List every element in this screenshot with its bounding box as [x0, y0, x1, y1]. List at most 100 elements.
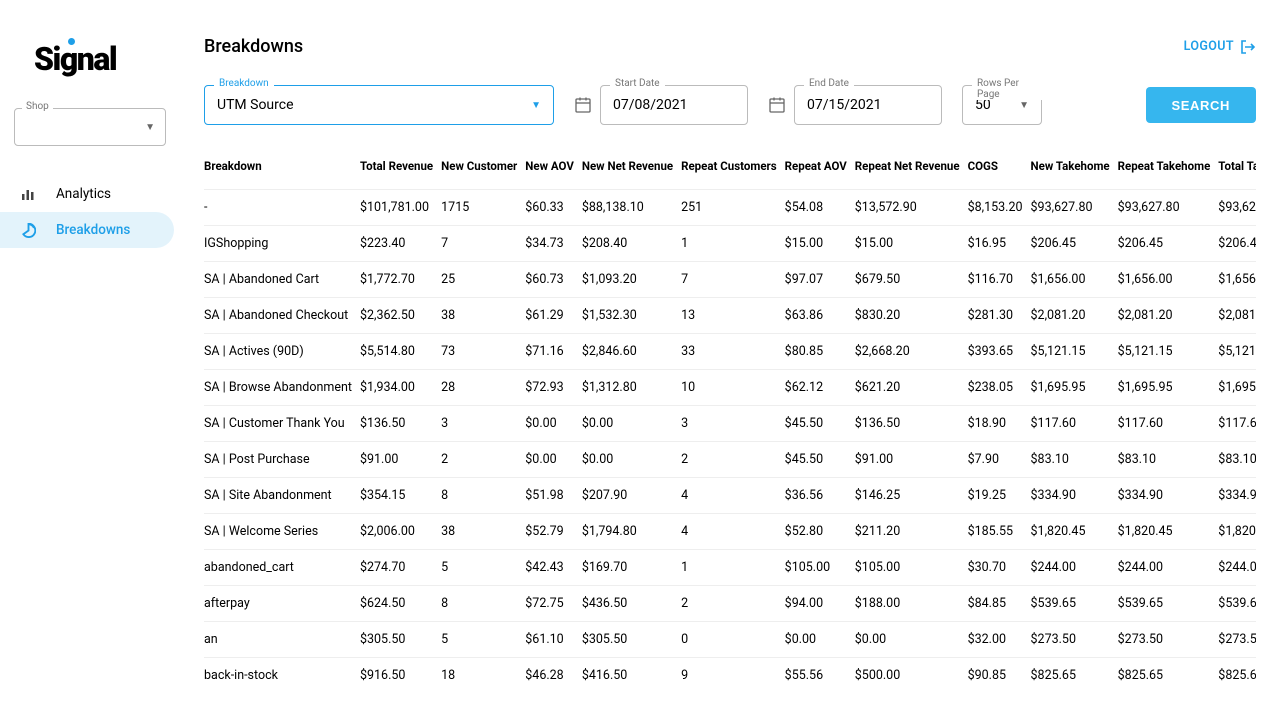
logout-button[interactable]: LOGOUT — [1184, 39, 1256, 55]
table-cell: $52.79 — [525, 514, 582, 550]
table-cell: $5,121.15 — [1218, 334, 1256, 370]
table-cell: $72.93 — [525, 370, 582, 406]
pie-segment-icon — [20, 222, 36, 238]
table-cell: 0 — [681, 622, 785, 658]
table-cell: $93,627.80 — [1031, 190, 1118, 226]
table-cell: $32.00 — [968, 622, 1031, 658]
start-date-input[interactable]: Start Date 07/08/2021 — [600, 85, 748, 125]
table-cell: $60.73 — [525, 262, 582, 298]
data-table-wrap: BreakdownTotal RevenueNew CustomerNew AO… — [204, 149, 1256, 693]
table-cell: 8 — [441, 478, 525, 514]
shop-label: Shop — [22, 101, 53, 112]
column-header[interactable]: Repeat Customers — [681, 149, 785, 190]
table-cell: $5,121.15 — [1118, 334, 1219, 370]
table-cell: $136.50 — [855, 406, 968, 442]
logout-icon — [1240, 39, 1256, 55]
table-cell: 3 — [441, 406, 525, 442]
table-cell: $244.00 — [1031, 550, 1118, 586]
table-cell: - — [204, 190, 360, 226]
table-cell: $71.16 — [525, 334, 582, 370]
dot-accent — [68, 38, 75, 45]
table-cell: $621.20 — [855, 370, 968, 406]
table-cell: SA | Welcome Series — [204, 514, 360, 550]
table-cell: $101,781.00 — [360, 190, 441, 226]
table-cell: $273.50 — [1118, 622, 1219, 658]
search-button[interactable]: SEARCH — [1146, 87, 1257, 123]
table-cell: $1,656.00 — [1118, 262, 1219, 298]
table-row: SA | Welcome Series$2,006.0038$52.79$1,7… — [204, 514, 1256, 550]
table-cell: 2 — [681, 586, 785, 622]
table-cell: $2,846.60 — [582, 334, 681, 370]
table-cell: $1,656.00 — [1218, 262, 1256, 298]
table-cell: $88,138.10 — [582, 190, 681, 226]
table-cell: $825.65 — [1031, 658, 1118, 694]
end-date-input[interactable]: End Date 07/15/2021 — [794, 85, 942, 125]
table-cell: $83.10 — [1218, 442, 1256, 478]
table-cell: 13 — [681, 298, 785, 334]
table-cell: $19.25 — [968, 478, 1031, 514]
table-cell: $238.05 — [968, 370, 1031, 406]
column-header[interactable]: New AOV — [525, 149, 582, 190]
end-date-group: End Date 07/15/2021 — [768, 85, 942, 125]
column-header[interactable]: New Customer — [441, 149, 525, 190]
table-cell: SA | Abandoned Checkout — [204, 298, 360, 334]
table-row: SA | Actives (90D)$5,514.8073$71.16$2,84… — [204, 334, 1256, 370]
column-header[interactable]: Total Revenue — [360, 149, 441, 190]
table-cell: 1 — [681, 226, 785, 262]
table-cell: $830.20 — [855, 298, 968, 334]
column-header[interactable]: Repeat Net Revenue — [855, 149, 968, 190]
table-cell: $117.60 — [1218, 406, 1256, 442]
table-cell: 28 — [441, 370, 525, 406]
table-cell: $63.86 — [785, 298, 855, 334]
table-cell: $334.90 — [1218, 478, 1256, 514]
table-cell: IGShopping — [204, 226, 360, 262]
shop-select[interactable]: Shop ▼ — [14, 108, 166, 146]
table-cell: 5 — [441, 622, 525, 658]
logout-label: LOGOUT — [1184, 39, 1234, 54]
nav-breakdowns[interactable]: Breakdowns — [0, 212, 174, 248]
table-cell: $16.95 — [968, 226, 1031, 262]
start-date-group: Start Date 07/08/2021 — [574, 85, 748, 125]
table-cell: SA | Actives (90D) — [204, 334, 360, 370]
table-cell: $105.00 — [785, 550, 855, 586]
table-cell: 1 — [681, 550, 785, 586]
table-cell: $539.65 — [1118, 586, 1219, 622]
table-cell: $46.28 — [525, 658, 582, 694]
table-cell: 38 — [441, 514, 525, 550]
column-header[interactable]: New Takehome — [1031, 149, 1118, 190]
column-header[interactable]: Breakdown — [204, 149, 360, 190]
breakdown-select[interactable]: Breakdown UTM Source ▼ — [204, 85, 554, 125]
table-cell: $60.33 — [525, 190, 582, 226]
table-header-row: BreakdownTotal RevenueNew CustomerNew AO… — [204, 149, 1256, 190]
table-cell: $42.43 — [525, 550, 582, 586]
rows-per-page-select[interactable]: Rows Per Page 50 ▼ — [962, 85, 1042, 125]
table-cell: an — [204, 622, 360, 658]
table-cell: $15.00 — [855, 226, 968, 262]
table-cell: $15.00 — [785, 226, 855, 262]
table-cell: $30.70 — [968, 550, 1031, 586]
column-header[interactable]: Repeat Takehome — [1118, 149, 1219, 190]
table-row: SA | Browse Abandonment$1,934.0028$72.93… — [204, 370, 1256, 406]
table-cell: $2,081.20 — [1031, 298, 1118, 334]
table-row: back-in-stock$916.5018$46.28$416.509$55.… — [204, 658, 1256, 694]
table-cell: 5 — [441, 550, 525, 586]
table-cell: $146.25 — [855, 478, 968, 514]
table-row: SA | Post Purchase$91.002$0.00$0.002$45.… — [204, 442, 1256, 478]
table-cell: $1,794.80 — [582, 514, 681, 550]
column-header[interactable]: New Net Revenue — [582, 149, 681, 190]
table-cell: $416.50 — [582, 658, 681, 694]
table-cell: 1715 — [441, 190, 525, 226]
table-cell: $13,572.90 — [855, 190, 968, 226]
table-cell: $5,121.15 — [1031, 334, 1118, 370]
table-cell: $62.12 — [785, 370, 855, 406]
column-header[interactable]: Repeat AOV — [785, 149, 855, 190]
column-header[interactable]: COGS — [968, 149, 1031, 190]
column-header[interactable]: Total Takehome — [1218, 149, 1256, 190]
table-cell: $1,532.30 — [582, 298, 681, 334]
table-cell: $1,820.45 — [1218, 514, 1256, 550]
chevron-down-icon: ▼ — [531, 100, 541, 111]
table-cell: $274.70 — [360, 550, 441, 586]
bar-chart-icon — [20, 186, 36, 202]
nav-analytics[interactable]: Analytics — [0, 176, 174, 212]
table-cell: 25 — [441, 262, 525, 298]
